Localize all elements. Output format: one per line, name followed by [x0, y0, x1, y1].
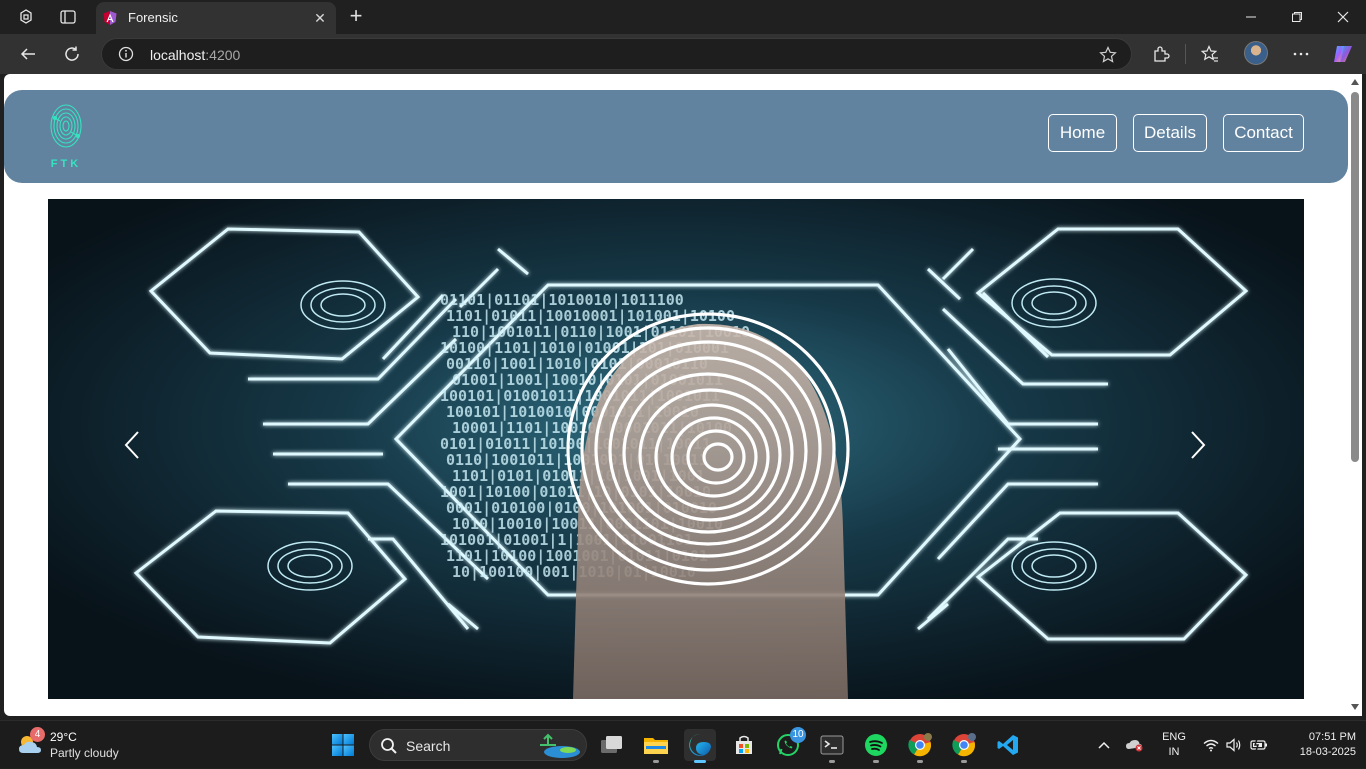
browser-toolbar: localhost:4200 — [0, 34, 1366, 74]
search-label: Search — [406, 738, 451, 754]
page-scrollbar[interactable] — [1348, 74, 1362, 716]
tab-actions-icon[interactable] — [58, 7, 78, 27]
back-icon[interactable] — [17, 43, 39, 65]
whatsapp-icon[interactable]: 10 — [772, 727, 806, 761]
chrome-profile-2-icon[interactable] — [948, 729, 980, 763]
windows-start-icon[interactable] — [331, 733, 355, 757]
favorites-icon[interactable] — [1199, 43, 1221, 65]
extensions-icon[interactable] — [1150, 43, 1172, 65]
nav-contact-button[interactable]: Contact — [1223, 114, 1304, 152]
vscode-icon[interactable] — [992, 729, 1024, 761]
new-tab-button[interactable]: + — [345, 5, 367, 28]
refresh-icon[interactable] — [61, 43, 83, 65]
running-indicator — [917, 760, 923, 763]
carousel-next-icon[interactable] — [1188, 429, 1228, 469]
battery-icon[interactable] — [1249, 721, 1269, 769]
close-window-icon[interactable] — [1331, 6, 1355, 28]
search-icon — [381, 738, 397, 754]
angular-favicon-icon — [103, 11, 117, 25]
input-language[interactable]: ENG IN — [1158, 730, 1190, 760]
profile-avatar[interactable] — [1244, 41, 1268, 65]
weather-badge: 4 — [30, 727, 45, 742]
scrollbar-thumb[interactable] — [1351, 92, 1359, 462]
clock-time: 07:51 PM — [1308, 731, 1356, 743]
volume-icon[interactable] — [1225, 721, 1243, 769]
windows-taskbar: 4 29°C Partly cloudy Search 10 ENG IN 07… — [0, 720, 1366, 768]
weather-temp: 29°C — [50, 730, 77, 744]
logo-text: FTK — [50, 158, 82, 170]
nav-details-button[interactable]: Details — [1133, 114, 1207, 152]
task-view-icon[interactable] — [596, 729, 628, 761]
toolbar-divider — [1185, 44, 1186, 64]
running-indicator — [829, 760, 835, 763]
system-clock[interactable]: 07:51 PM 18-03-2025 — [1280, 730, 1356, 760]
close-tab-icon[interactable]: ✕ — [312, 10, 328, 26]
running-indicator — [653, 760, 659, 763]
show-hidden-icons[interactable] — [1095, 721, 1113, 769]
search-highlight-icon — [540, 733, 580, 758]
whatsapp-badge: 10 — [790, 727, 806, 743]
lang-region: IN — [1168, 746, 1180, 758]
microsoft-store-icon[interactable] — [728, 729, 760, 761]
chrome-profile-1-icon[interactable] — [904, 729, 936, 763]
browser-tab-strip: Forensic ✕ + — [0, 0, 1366, 34]
hero-carousel: 01101|01101|1010010|1011100 1101|01011|10… — [48, 199, 1304, 699]
site-info-icon[interactable] — [118, 46, 134, 62]
page-viewport: FTK Home Details Contact 01101|01101|101… — [4, 74, 1348, 716]
copilot-icon[interactable] — [1332, 43, 1354, 65]
tab-title: Forensic — [128, 10, 178, 25]
carousel-prev-icon[interactable] — [122, 429, 162, 469]
terminal-icon[interactable] — [816, 729, 848, 763]
site-header: FTK Home Details Contact — [4, 90, 1348, 183]
running-indicator — [694, 760, 706, 763]
running-indicator — [961, 760, 967, 763]
fingerprint-hero-image: 01101|01101|1010010|10111001101|01011|10… — [48, 199, 1304, 699]
nav-home-button[interactable]: Home — [1048, 114, 1117, 152]
restore-icon[interactable] — [1285, 6, 1309, 28]
minimize-icon[interactable] — [1239, 6, 1263, 28]
tab-forensic[interactable]: Forensic ✕ — [96, 2, 336, 34]
file-explorer-icon[interactable] — [640, 729, 672, 763]
spotify-icon[interactable] — [860, 729, 892, 763]
clock-date: 18-03-2025 — [1299, 746, 1356, 758]
weather-widget[interactable]: 4 29°C Partly cloudy — [16, 727, 146, 763]
workspaces-icon[interactable] — [16, 7, 36, 27]
weather-desc: Partly cloudy — [50, 746, 119, 760]
fingerprint-logo-icon — [50, 104, 82, 148]
edge-browser-icon[interactable] — [684, 729, 716, 763]
url-text: localhost:4200 — [150, 47, 241, 63]
scroll-up-icon[interactable] — [1351, 79, 1359, 85]
onedrive-status-icon[interactable] — [1125, 721, 1145, 769]
address-bar[interactable]: localhost:4200 — [101, 38, 1132, 70]
lang-code: ENG — [1162, 731, 1186, 743]
wifi-icon[interactable] — [1202, 721, 1220, 769]
scroll-down-icon[interactable] — [1351, 704, 1359, 710]
running-indicator — [873, 760, 879, 763]
favorite-star-icon[interactable] — [1099, 46, 1117, 64]
taskbar-search[interactable]: Search — [369, 729, 587, 761]
more-options-icon[interactable] — [1290, 43, 1312, 65]
ftk-logo[interactable]: FTK — [44, 102, 88, 174]
